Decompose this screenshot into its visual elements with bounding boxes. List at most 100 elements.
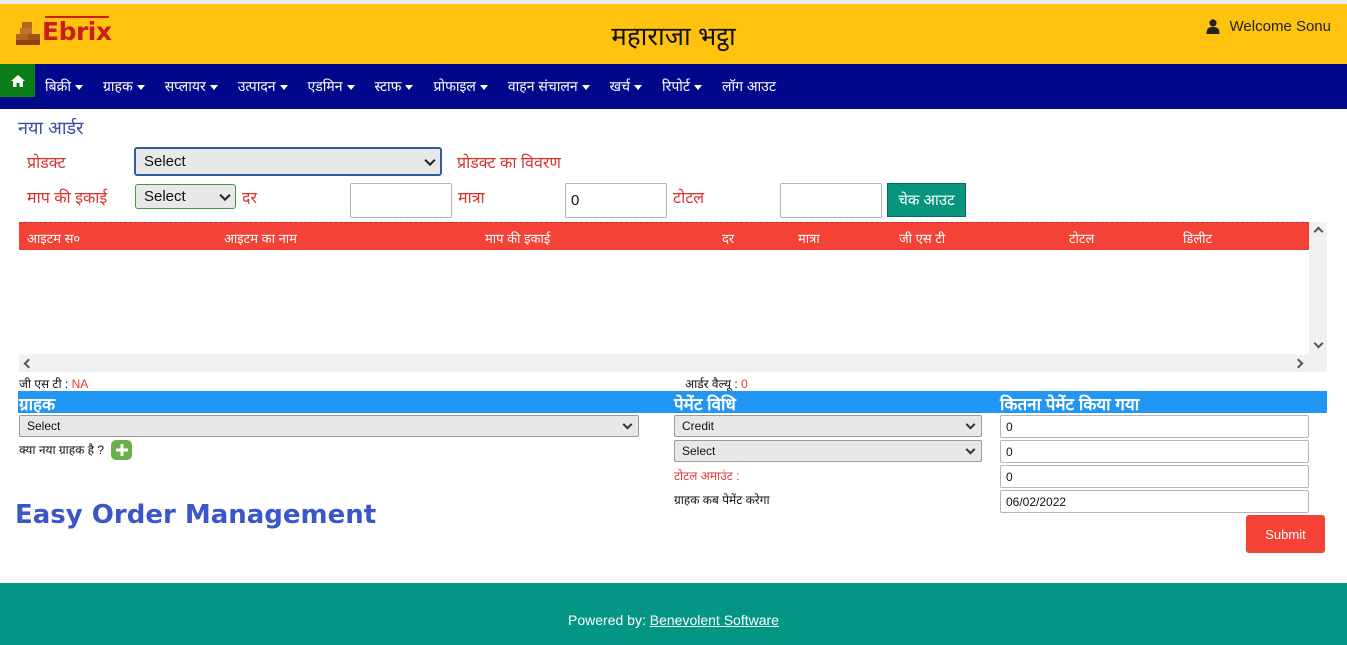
items-table: आइटम स० आइटम का नाम माप की इकाई दर मात्र… bbox=[19, 222, 1327, 372]
product-select[interactable]: Select bbox=[134, 147, 442, 176]
nav-label: स्टाफ bbox=[374, 78, 402, 94]
caret-down-icon bbox=[279, 84, 288, 90]
order-value: 0 bbox=[741, 377, 748, 391]
caret-down-icon bbox=[136, 84, 145, 90]
nav-label: उत्पादन bbox=[237, 78, 276, 94]
chevron-down-icon bbox=[424, 154, 436, 166]
nav-item-staff[interactable]: स्टाफ bbox=[375, 77, 414, 96]
customer-select-value: Select bbox=[27, 419, 61, 433]
site-title: महाराजा भट्ठा bbox=[611, 21, 736, 51]
total-input[interactable] bbox=[780, 183, 882, 218]
footer: Powered by: Benevolent Software bbox=[0, 583, 1347, 645]
scroll-up-icon[interactable] bbox=[1313, 226, 1324, 237]
plus-icon bbox=[115, 444, 128, 456]
nav-item-supplier[interactable]: सप्लायर bbox=[165, 77, 218, 96]
unit-label: माप की इकाई bbox=[27, 190, 108, 207]
rate-input[interactable] bbox=[350, 183, 452, 218]
nav-item-sales[interactable]: बिक्री bbox=[45, 77, 83, 96]
payment-method-value-2: Select bbox=[682, 444, 716, 458]
nav-label: बिक्री bbox=[45, 78, 71, 94]
product-desc-label: प्रोडक्ट का विवरण bbox=[457, 155, 561, 172]
amount-paid-header: कितना पेमेंट किया गया bbox=[1000, 395, 1140, 414]
nav-item-profile[interactable]: प्रोफाइल bbox=[433, 77, 488, 96]
qty-input[interactable]: 0 bbox=[565, 183, 667, 218]
caret-down-icon bbox=[405, 84, 414, 90]
payment-header-bar: ग्राहक पेमेंट विधि कितना पेमेंट किया गया bbox=[18, 391, 1327, 414]
tagline: Easy Order Management bbox=[15, 500, 377, 530]
caret-down-icon bbox=[633, 84, 642, 90]
caret-down-icon bbox=[479, 84, 488, 90]
caret-down-icon bbox=[346, 84, 355, 90]
main-nav: बिक्री ग्राहक सप्लायर उत्पादन एडमिन स्टा… bbox=[0, 64, 1347, 109]
payment-method-select-2[interactable]: Select bbox=[674, 440, 982, 462]
home-button[interactable] bbox=[0, 64, 35, 97]
user-icon bbox=[1206, 19, 1220, 34]
unit-select-value: Select bbox=[144, 188, 186, 205]
customer-header: ग्राहक bbox=[19, 395, 56, 414]
header: Ebrix महाराजा भट्ठा Welcome Sonu bbox=[0, 4, 1347, 64]
chevron-down-icon bbox=[965, 444, 976, 455]
nav-item-vehicle[interactable]: वाहन संचालन bbox=[508, 77, 590, 96]
footer-text: Powered by: Benevolent Software bbox=[0, 612, 1347, 628]
nav-label: वाहन संचालन bbox=[507, 78, 578, 94]
nav-label: प्रोफाइल bbox=[433, 78, 476, 94]
table-header: आइटम स० आइटम का नाम माप की इकाई दर मात्र… bbox=[19, 222, 1309, 250]
company-link[interactable]: Benevolent Software bbox=[650, 612, 779, 628]
nav-label: ग्राहक bbox=[103, 78, 133, 94]
column-header: टोटल bbox=[1069, 231, 1095, 246]
total-amount-input[interactable]: 0 bbox=[1000, 465, 1309, 488]
column-header: दर bbox=[722, 231, 735, 246]
home-icon bbox=[10, 74, 25, 87]
nav-item-report[interactable]: रिपोर्ट bbox=[662, 77, 702, 96]
payment-method-header: पेमेंट विधि bbox=[674, 395, 736, 414]
unit-select[interactable]: Select bbox=[135, 184, 236, 209]
column-header: आइटम स० bbox=[27, 231, 81, 246]
caret-down-icon bbox=[209, 84, 218, 90]
order-value-summary: आर्डर वैल्यू : 0 bbox=[685, 375, 748, 392]
payment-method-value: Credit bbox=[682, 419, 715, 433]
gst-label: जी एस टी : bbox=[19, 377, 69, 391]
order-value-label: आर्डर वैल्यू : bbox=[685, 377, 738, 391]
vertical-scrollbar[interactable] bbox=[1309, 222, 1327, 354]
caret-down-icon bbox=[75, 84, 83, 90]
section-title: नया आर्डर bbox=[18, 118, 84, 138]
product-label: प्रोडक्ट bbox=[27, 155, 66, 172]
add-customer-icon[interactable] bbox=[111, 440, 132, 460]
scroll-right-icon[interactable] bbox=[1293, 358, 1304, 369]
chevron-down-icon bbox=[219, 189, 231, 201]
nav-label: सप्लायर bbox=[164, 78, 206, 94]
page: Ebrix महाराजा भट्ठा Welcome Sonu बिक्री … bbox=[0, 0, 1347, 645]
rate-label: दर bbox=[242, 190, 258, 207]
caret-down-icon bbox=[581, 84, 590, 90]
welcome-user[interactable]: Welcome Sonu bbox=[1206, 18, 1331, 35]
amount-paid-input[interactable]: 0 bbox=[1000, 415, 1309, 438]
column-header: जी एस टी bbox=[899, 231, 946, 246]
nav-item-admin[interactable]: एडमिन bbox=[308, 77, 355, 96]
chevron-down-icon bbox=[622, 419, 633, 430]
gst-summary: जी एस टी : NA bbox=[19, 375, 88, 392]
scroll-left-icon[interactable] bbox=[23, 358, 34, 369]
nav-item-customer[interactable]: ग्राहक bbox=[103, 77, 145, 96]
new-customer-label: क्या नया ग्राहक है ? bbox=[19, 443, 105, 457]
welcome-text: Welcome Sonu bbox=[1229, 18, 1331, 35]
due-date-input[interactable]: 06/02/2022 bbox=[1000, 490, 1309, 513]
payment-method-select[interactable]: Credit bbox=[674, 415, 982, 437]
nav-item-logout[interactable]: लॉग आउट bbox=[722, 77, 776, 96]
nav-items: बिक्री ग्राहक सप्लायर उत्पादन एडमिन स्टा… bbox=[45, 64, 776, 109]
total-label: टोटल bbox=[673, 190, 705, 207]
powered-by-label: Powered by: bbox=[568, 612, 646, 628]
customer-select[interactable]: Select bbox=[19, 415, 639, 437]
column-header: मात्रा bbox=[798, 231, 820, 246]
nav-item-production[interactable]: उत्पादन bbox=[238, 77, 288, 96]
product-select-value: Select bbox=[144, 153, 186, 170]
submit-button[interactable]: Submit bbox=[1246, 515, 1325, 553]
nav-label: रिपोर्ट bbox=[661, 78, 690, 94]
nav-item-expense[interactable]: खर्च bbox=[610, 77, 642, 96]
column-header: माप की इकाई bbox=[485, 231, 551, 246]
checkout-button[interactable]: चेक आउट bbox=[887, 183, 966, 217]
horizontal-scrollbar[interactable] bbox=[19, 354, 1327, 372]
amount-paid-input-2[interactable]: 0 bbox=[1000, 440, 1309, 463]
qty-label: मात्रा bbox=[458, 190, 485, 207]
caret-down-icon bbox=[693, 84, 702, 90]
scroll-down-icon[interactable] bbox=[1313, 338, 1324, 349]
